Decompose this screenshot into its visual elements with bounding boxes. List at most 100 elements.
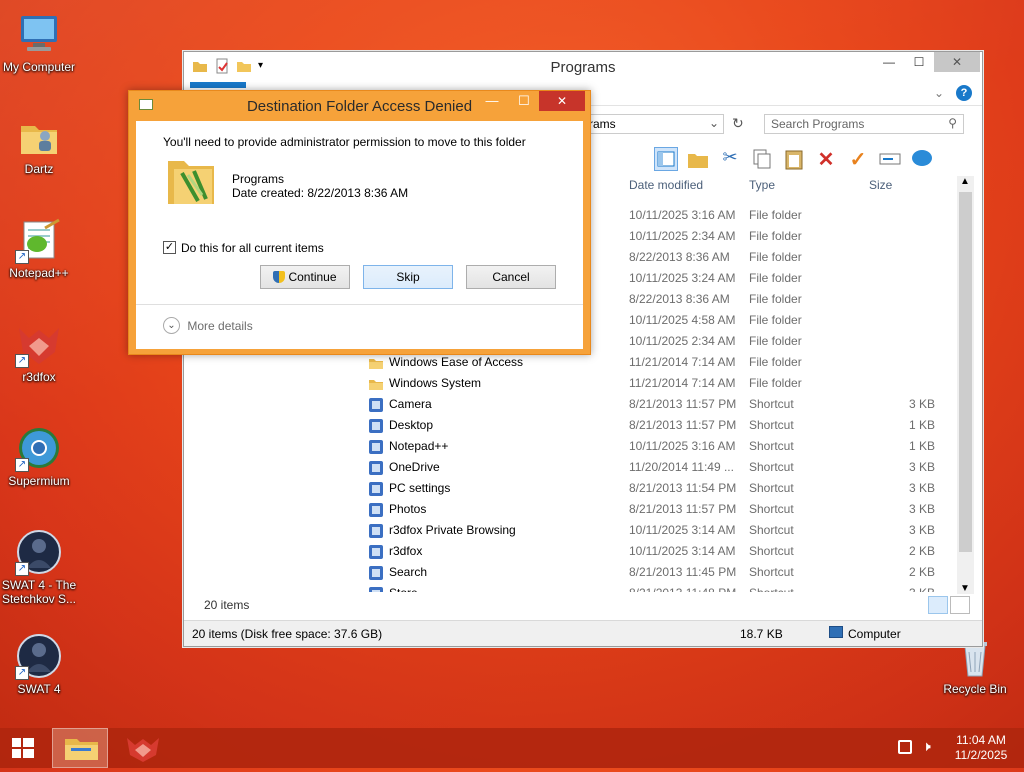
file-name: Notepad++ bbox=[389, 439, 449, 453]
file-type: Shortcut bbox=[749, 523, 794, 537]
file-date: 10/11/2025 3:16 AM bbox=[629, 439, 736, 453]
computer-icon bbox=[829, 626, 843, 638]
desktop-icon-label: r3dfox bbox=[22, 370, 56, 384]
file-name: Store bbox=[389, 586, 418, 592]
volume-muted-icon[interactable]: 🕨 bbox=[922, 738, 931, 755]
large-icons-view-icon[interactable] bbox=[950, 596, 970, 614]
shortcut-arrow-icon: ↗ bbox=[15, 562, 29, 576]
file-name: Windows System bbox=[389, 376, 482, 390]
file-name: Desktop bbox=[389, 418, 434, 432]
desktop-icon-label: Notepad++ bbox=[9, 266, 69, 280]
file-date: 10/11/2025 3:14 AM bbox=[629, 544, 736, 558]
delete-icon[interactable]: ✕ bbox=[814, 147, 838, 171]
taskbar-r3dfox[interactable] bbox=[118, 728, 168, 768]
system-clock[interactable]: 11:04 AM 11/2/2025 bbox=[950, 733, 1012, 763]
dialog-close-button[interactable]: ✕ bbox=[539, 91, 585, 111]
search-input[interactable]: Search Programs ⚲ bbox=[764, 114, 964, 134]
desktop-icon-label: SWAT 4 bbox=[17, 682, 61, 696]
desktop-icon-swat4-stetchkov[interactable]: ↗ SWAT 4 - The Stetchkov S... bbox=[0, 528, 79, 606]
file-row[interactable]: PC settings 8/21/2013 11:54 PM Shortcut 3 K… bbox=[368, 478, 958, 499]
file-row[interactable]: Search 8/21/2013 11:45 PM Shortcut 2 KB bbox=[368, 562, 958, 583]
address-bar[interactable]: rams ⌄ bbox=[584, 114, 724, 134]
shortcut-icon bbox=[368, 481, 384, 497]
cancel-button[interactable]: Cancel bbox=[466, 265, 556, 289]
desktop-icon-notepadpp[interactable]: ↗ Notepad++ bbox=[0, 216, 79, 280]
paste-icon[interactable] bbox=[782, 147, 806, 171]
checkbox-label[interactable]: Do this for all current items bbox=[181, 241, 324, 255]
file-row[interactable]: Camera 8/21/2013 11:57 PM Shortcut 3 KB bbox=[368, 394, 958, 415]
properties-bubble-icon[interactable] bbox=[910, 147, 934, 171]
network-icon[interactable] bbox=[898, 740, 912, 754]
more-details-toggle[interactable]: ⌄ More details bbox=[163, 317, 253, 335]
folder-date-created: Date created: 8/22/2013 8:36 AM bbox=[232, 186, 409, 200]
shortcut-icon bbox=[368, 544, 384, 560]
file-size: 2 KB bbox=[908, 544, 935, 558]
ribbon-expand-icon[interactable]: ⌄ bbox=[934, 86, 944, 100]
folder-icon bbox=[368, 376, 384, 392]
address-text: rams bbox=[589, 117, 616, 131]
shortcut-icon bbox=[368, 439, 384, 455]
status-bar: 20 items (Disk free space: 37.6 GB) 18.7… bbox=[184, 620, 982, 646]
desktop-icon-dartz[interactable]: Dartz bbox=[0, 112, 79, 176]
file-date: 8/21/2013 11:45 PM bbox=[629, 565, 737, 579]
supermium-icon: ↗ bbox=[15, 424, 63, 472]
rename-icon[interactable] bbox=[878, 147, 902, 171]
chevron-down-circle-icon: ⌄ bbox=[163, 317, 180, 334]
file-row[interactable]: r3dfox 10/11/2025 3:14 AM Shortcut 2 KB bbox=[368, 541, 958, 562]
file-type: Shortcut bbox=[749, 481, 794, 495]
close-button[interactable]: ✕ bbox=[934, 52, 980, 72]
file-row[interactable]: Windows Ease of Access 11/21/2014 7:14 AM… bbox=[368, 352, 958, 373]
chevron-down-icon[interactable]: ⌄ bbox=[709, 116, 719, 130]
column-header-size[interactable]: Size bbox=[869, 178, 892, 198]
continue-label: Continue bbox=[288, 270, 337, 284]
desktop-icon-my-computer[interactable]: My Computer bbox=[0, 10, 79, 74]
file-row[interactable]: Windows System 11/21/2014 7:14 AM File fol… bbox=[368, 373, 958, 394]
file-date: 11/21/2014 7:14 AM bbox=[629, 355, 736, 369]
copy-icon[interactable] bbox=[750, 147, 774, 171]
file-tab[interactable] bbox=[190, 82, 246, 88]
maximize-button[interactable]: ☐ bbox=[904, 52, 934, 72]
scroll-down-icon[interactable]: ▼ bbox=[960, 583, 970, 594]
continue-button[interactable]: Continue bbox=[260, 265, 350, 289]
desktop-icon-swat4[interactable]: ↗ SWAT 4 bbox=[0, 632, 79, 696]
file-row[interactable]: OneDrive 11/20/2014 11:49 ... Shortcut 3 KB bbox=[368, 457, 958, 478]
r3dfox-icon bbox=[127, 738, 159, 762]
desktop-icon-r3dfox[interactable]: ↗ r3dfox bbox=[0, 320, 79, 384]
minimize-button[interactable]: — bbox=[874, 52, 904, 72]
all-items-checkbox[interactable]: ✓ bbox=[163, 241, 176, 254]
shortcut-icon bbox=[368, 586, 384, 592]
desktop-icon-supermium[interactable]: ↗ Supermium bbox=[0, 424, 79, 488]
file-row[interactable]: Photos 8/21/2013 11:57 PM Shortcut 3 KB bbox=[368, 499, 958, 520]
file-row[interactable]: Notepad++ 10/11/2025 3:16 AM Shortcut 1 KB bbox=[368, 436, 958, 457]
help-icon[interactable]: ? bbox=[956, 85, 972, 101]
skip-button[interactable]: Skip bbox=[363, 265, 453, 289]
file-row[interactable]: Desktop 8/21/2013 11:57 PM Shortcut 1 KB bbox=[368, 415, 958, 436]
scroll-up-icon[interactable]: ▲ bbox=[960, 176, 970, 187]
vertical-scrollbar[interactable]: ▲ ▼ bbox=[957, 176, 974, 594]
notepadpp-icon: ↗ bbox=[15, 216, 63, 264]
dialog-maximize-button[interactable]: ☐ bbox=[509, 91, 539, 111]
start-button[interactable] bbox=[0, 728, 46, 768]
computer-icon bbox=[15, 10, 63, 58]
file-row[interactable]: Store 8/21/2013 11:48 PM Shortcut 3 KB bbox=[368, 583, 958, 592]
file-row[interactable]: r3dfox Private Browsing 10/11/2025 3:14 A… bbox=[368, 520, 958, 541]
file-date: 8/21/2013 11:57 PM bbox=[629, 397, 737, 411]
details-view-icon[interactable] bbox=[928, 596, 948, 614]
open-folder-icon[interactable] bbox=[686, 147, 710, 171]
file-date: 8/22/2013 8:36 AM bbox=[629, 250, 730, 264]
file-type: File folder bbox=[749, 208, 802, 222]
dialog-minimize-button[interactable]: — bbox=[477, 91, 507, 111]
preview-pane-icon[interactable] bbox=[654, 147, 678, 171]
column-header-date[interactable]: Date modified bbox=[629, 178, 703, 198]
cut-icon[interactable]: ✂ bbox=[718, 147, 742, 171]
dialog-titlebar: Destination Folder Access Denied — ☐ ✕ bbox=[129, 91, 590, 121]
check-icon[interactable]: ✓ bbox=[846, 147, 870, 171]
file-name: r3dfox Private Browsing bbox=[389, 523, 516, 537]
file-date: 10/11/2025 3:16 AM bbox=[629, 208, 736, 222]
file-name: Photos bbox=[389, 502, 427, 516]
column-header-type[interactable]: Type bbox=[749, 178, 775, 198]
scrollbar-thumb[interactable] bbox=[959, 192, 972, 552]
file-date: 8/21/2013 11:57 PM bbox=[629, 502, 737, 516]
refresh-icon[interactable]: ↻ bbox=[732, 115, 744, 132]
taskbar-file-explorer[interactable] bbox=[52, 728, 108, 768]
